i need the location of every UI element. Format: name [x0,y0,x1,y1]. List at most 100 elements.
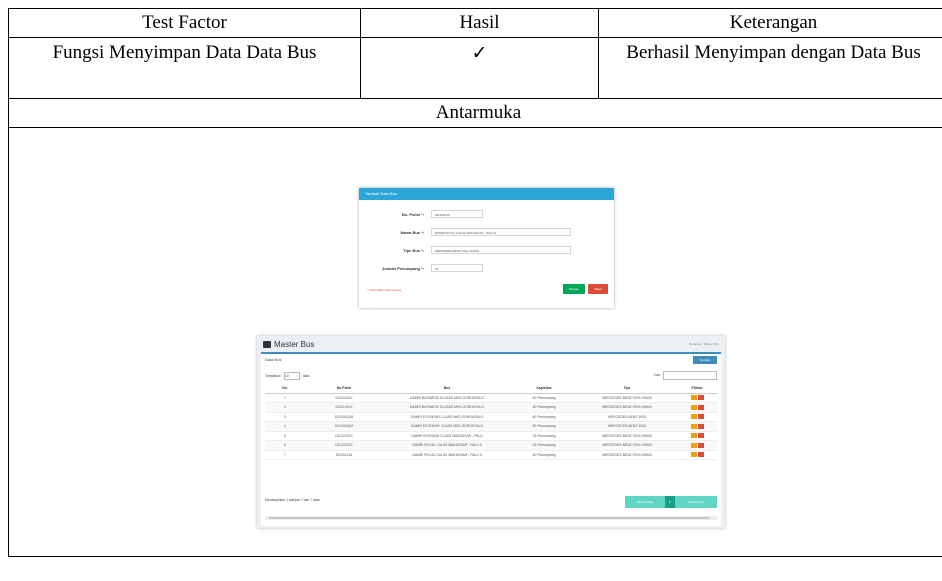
table-cell: MERCEDES-BENZ SOH-OH640 [577,440,677,451]
table-cell: 3 [265,412,305,422]
page-title: Master Bus [263,340,314,350]
tipe-bus-input[interactable]: MERCEDES-BENZ SOH-OH640 [431,246,571,254]
hasil-check-icon: ✓ [360,37,599,99]
table-cell: MERCEDES-BENZ 1526 [577,412,677,422]
table-row: 4 DD1940QM DAMRI ECONOMY CLASS MKS-GORONTA… [265,421,717,432]
delete-icon[interactable] [697,452,704,458]
save-button[interactable]: Simpan [563,284,585,294]
nama-bus-input[interactable]: DAMRI ROYAL CALSS MAKASSAR - PALU 3 [431,228,571,236]
field-label: No. Polisi *: [401,212,424,217]
table-row: 6 DD1223CS DAMRI ROYAL CALSS MAKASSAR - PA… [265,440,717,451]
page-title-text: Master Bus [274,340,315,349]
show-prefix: Tampilkan [265,373,281,378]
table-cell: 6 [265,440,305,451]
edit-icon[interactable] [690,423,697,429]
edit-icon[interactable] [690,395,697,401]
edit-icon[interactable] [690,433,697,439]
search-label: Cari: [653,373,661,377]
table-cell: 40 Penumpang [511,402,577,413]
table-row: 5 DD1223CS DAMRI EKONOMI CLASS MAKASSAR - … [265,431,717,441]
table-row: 1 DD1243XX DAMRI BUSINESS CLASSS MKS-GORON… [265,393,717,403]
prev-page-button[interactable]: Sebelumnya [625,496,665,508]
cancel-button[interactable]: Batal [588,284,608,294]
current-page-button[interactable]: 1 [665,496,675,508]
field-no-polisi: No. Polisi *: DD4312JA [359,210,614,220]
field-tipe-bus: Tipe Bus *: MERCEDES-BENZ SOH-OH640 [359,246,614,256]
required-note: * Field tidak boleh kosong [367,288,402,292]
actions-cell [677,393,717,403]
table-cell: DAMRI ROYAL CALSS MAKASSAR - PALU 3 [383,450,511,460]
table-cell: MERCEDES-BENZ SOH-OH640 [577,431,677,441]
table-cell: 4 [265,421,305,432]
keterangan-cell: Berhasil Menyimpan dengan Data Bus [598,37,942,99]
column-header[interactable]: No. [265,384,305,394]
table-row: 7 DD4312JA DAMRI ROYAL CALSS MAKASSAR - PA… [265,450,717,460]
delete-icon[interactable] [697,404,704,410]
table-cell: DAMRI BUSINESS CLASSS MKS-GORONTALO [383,393,511,403]
test-case-table: Test Factor Hasil Keterangan Fungsi Meny… [8,8,942,557]
table-cell: DD1223CS [305,431,383,441]
column-header[interactable]: Pilihan [677,384,717,394]
screenshot-cell: Tambah Data Bus No. Polisi *: DD4312JA N… [8,127,942,557]
save-label: Simpan [568,287,580,291]
form-header: Tambah Data Bus [359,188,614,200]
cancel-label: Batal [594,287,602,291]
scrollbar-thumb[interactable] [269,517,709,519]
table-cell: DD1941QM [305,412,383,422]
table-cell: DD1223CS [305,440,383,451]
header-test-factor: Test Factor [8,8,361,38]
delete-icon[interactable] [697,442,704,448]
table-cell: DAMRI BUSINESS CLASSS MKS-GORONTALO [383,402,511,413]
table-info: Menampilkan 1 sampai 7 dari 7 data [265,498,320,502]
table-cell: 40 Penumpang [511,421,577,432]
breadcrumb[interactable]: Beranda > Master Bus [689,342,719,346]
table-cell: DAMRI EKONOMI CLASS MAKASSAR - PALU [383,431,511,441]
column-header[interactable]: Tipe [577,384,677,394]
actions-cell [677,412,717,422]
field-nama-bus: Nama Bus *: DAMRI ROYAL CALSS MAKASSAR -… [359,228,614,238]
actions-cell [677,440,717,451]
no-polisi-input[interactable]: DD4312JA [431,210,483,218]
table-cell: DD1940QM [305,421,383,432]
column-header[interactable]: Bus [383,384,511,394]
table-cell: MERCEDES-BENZ SOH-OH640 [577,450,677,460]
screenshot-row: Tambah Data Bus No. Polisi *: DD4312JA N… [8,127,942,557]
search-input[interactable] [663,371,717,380]
section-row: Antarmuka [8,98,942,128]
jumlah-penumpang-input[interactable]: 30 [431,264,483,272]
table-cell: DAMRI ECONOMY CLASS MKS-GORONTALO [383,421,511,432]
add-button[interactable]: Tambah [693,356,717,364]
table-cell: 40 Penumpang [511,393,577,403]
table-cell: 2 [265,402,305,413]
header-keterangan: Keterangan [598,8,942,38]
edit-icon[interactable] [690,442,697,448]
table-cell: 23 Penumpang [511,440,577,451]
edit-icon[interactable] [690,404,697,410]
delete-icon[interactable] [697,414,704,420]
table-row: 2 DD1213XX DAMRI BUSINESS CLASSS MKS-GORON… [265,402,717,413]
test-factor-cell: Fungsi Menyimpan Data Data Bus [8,37,361,99]
table-cell: 7 [265,450,305,460]
field-label: Jumlah Penumpang *: [381,266,424,271]
delete-icon[interactable] [697,423,704,429]
column-header[interactable]: Kapisitas [511,384,577,394]
edit-icon[interactable] [690,414,697,420]
next-page-button[interactable]: Selanjutnya [675,496,717,508]
table-cell: DD1213XX [305,402,383,413]
header-hasil: Hasil [360,8,599,38]
column-header[interactable]: No.Polisi [305,384,383,394]
delete-icon[interactable] [697,433,704,439]
section-label-antarmuka: Antarmuka [8,98,942,128]
edit-icon[interactable] [690,452,697,458]
table-cell: DAMRI ROYAL CALSS MAKASSAR - PALU 3 [383,440,511,451]
horizontal-scrollbar[interactable] [265,516,717,520]
table-header-row: No. No.Polisi Bus Kapisitas Tipe Pilihan [265,384,717,394]
delete-icon[interactable] [697,395,704,401]
header-row: Test Factor Hasil Keterangan [8,8,942,38]
field-label: Nama Bus *: [400,230,424,235]
actions-cell [677,431,717,441]
actions-cell [677,402,717,413]
page-length-select[interactable]: 10 [283,372,300,380]
table-cell: DAMRI ECONOMY CLASS MKS-GORONTALO [383,412,511,422]
actions-cell [677,421,717,432]
